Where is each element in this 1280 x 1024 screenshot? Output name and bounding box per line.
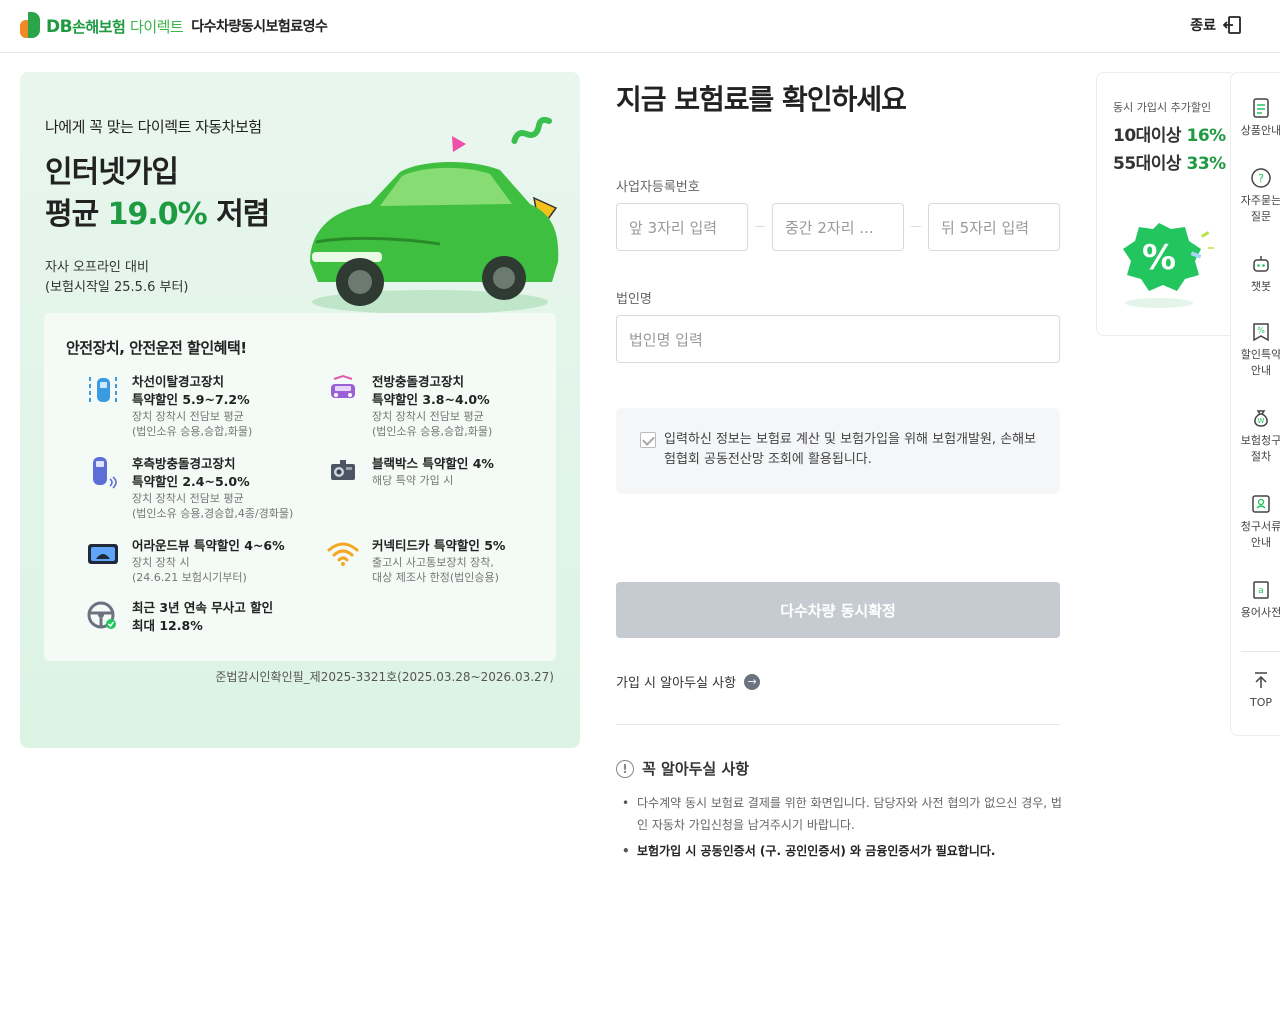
must-know-list: 다수계약 동시 보험료 결제를 위한 화면입니다. 담당자와 사전 협의가 없으… bbox=[622, 792, 1062, 866]
list-item: 보험가입 시 공동인증서 (구. 공인인증서) 와 금융인증서가 필요합니다. bbox=[622, 840, 1062, 862]
quick-chatbot[interactable]: 챗봇 bbox=[1231, 253, 1280, 295]
biz-number-last-input[interactable]: 뒤 5자리 입력 bbox=[928, 203, 1060, 251]
promo-panel: 나에게 꼭 맞는 다이렉트 자동차보험 인터넷가입 평균 19.0% 저렴 자사… bbox=[20, 72, 580, 748]
svg-text:%: % bbox=[1142, 238, 1176, 278]
quick-discount-info[interactable]: % 할인특약 안내 bbox=[1231, 321, 1280, 379]
rear-collision-icon bbox=[93, 457, 117, 489]
page-title: 다수차량동시보험료영수 bbox=[191, 19, 328, 35]
lane-departure-icon bbox=[89, 377, 117, 403]
discount-55plus: 55대이상 33% bbox=[1113, 154, 1226, 174]
arrow-right-icon: → bbox=[744, 673, 761, 690]
blackbox-camera-icon bbox=[331, 460, 355, 480]
arrow-up-icon bbox=[1255, 672, 1267, 688]
svg-text:?: ? bbox=[1258, 172, 1264, 185]
benefit-box: 안전장치, 안전운전 할인혜택! 차선이탈경고장치 특약할인 5.9~7.2% … bbox=[44, 313, 556, 661]
question-icon: ? bbox=[1251, 168, 1271, 188]
list-item: 다수계약 동시 보험료 결제를 위한 화면입니다. 담당자와 사전 협의가 없으… bbox=[622, 792, 1062, 836]
quick-menu: 상품안내 ? 자주묻는 질문 챗봇 % 할인특약 안내 W 보험청구 절차 청구… bbox=[1230, 72, 1280, 736]
discount-card: 동시 가입시 추가할인 10대이상 16% 55대이상 33% % bbox=[1096, 72, 1236, 336]
forward-collision-icon bbox=[331, 374, 355, 398]
consent-checkbox[interactable] bbox=[640, 432, 656, 448]
separator bbox=[755, 226, 765, 227]
benefit-heading: 안전장치, 안전운전 할인혜택! bbox=[66, 339, 247, 357]
header: DB손해보험 다이렉트 다수차량동시보험료영수 종료 bbox=[0, 0, 1280, 53]
wifi-icon bbox=[327, 542, 359, 566]
quick-claim-process[interactable]: W 보험청구 절차 bbox=[1231, 407, 1280, 465]
svg-text:%: % bbox=[1257, 326, 1265, 335]
confirm-button[interactable]: 다수차량 동시확정 bbox=[616, 582, 1060, 638]
db-logo-icon bbox=[20, 12, 44, 40]
discount-10plus: 10대이상 16% bbox=[1113, 126, 1226, 146]
top-button[interactable]: TOP bbox=[1231, 669, 1280, 711]
consent-text: 입력하신 정보는 보험료 계산 및 보험가입을 위해 보험개발원, 손해보험협회… bbox=[664, 432, 1037, 467]
notice-link[interactable]: 가입 시 알아두실 사항 → bbox=[616, 672, 761, 691]
quick-faq[interactable]: ? 자주묻는 질문 bbox=[1231, 167, 1280, 225]
money-bag-icon: W bbox=[1254, 410, 1268, 427]
logout-icon bbox=[1222, 16, 1241, 34]
divider bbox=[616, 724, 1060, 725]
biz-number-label: 사업자등록번호 bbox=[616, 180, 700, 195]
exit-button[interactable]: 종료 bbox=[1190, 15, 1242, 35]
corp-name-label: 법인명 bbox=[616, 292, 652, 307]
db-logo[interactable]: DB손해보험 다이렉트 다수차량동시보험료영수 bbox=[20, 12, 328, 40]
around-view-monitor-icon bbox=[88, 544, 118, 564]
discount-subtitle: 동시 가입시 추가할인 bbox=[1113, 101, 1212, 114]
corp-name-input[interactable]: 법인명 입력 bbox=[616, 315, 1060, 363]
id-card-icon bbox=[1252, 495, 1270, 513]
info-icon: ! bbox=[616, 759, 634, 778]
notice-link-label: 가입 시 알아두실 사항 bbox=[616, 676, 737, 691]
biz-number-middle-input[interactable]: 중간 2자리 ... bbox=[772, 203, 904, 251]
exit-label: 종료 bbox=[1190, 18, 1216, 34]
quick-glossary[interactable]: a 용어사전 bbox=[1231, 579, 1280, 621]
quick-product-info[interactable]: 상품안내 bbox=[1231, 97, 1280, 139]
svg-text:a: a bbox=[1258, 586, 1264, 596]
svg-text:W: W bbox=[1258, 417, 1265, 425]
biz-number-first-input[interactable]: 앞 3자리 입력 bbox=[616, 203, 748, 251]
discount-tag-icon: % bbox=[1253, 323, 1269, 342]
robot-icon bbox=[1253, 256, 1269, 272]
promo-subtitle: 나에게 꼭 맞는 다이렉트 자동차보험 bbox=[45, 118, 262, 136]
percent-badge-icon: % bbox=[1123, 223, 1214, 308]
consent-box: 입력하신 정보는 보험료 계산 및 보험가입을 위해 보험개발원, 손해보험협회… bbox=[616, 408, 1060, 494]
green-car-illustration bbox=[310, 116, 559, 314]
logo-text: DB손해보험 다이렉트 bbox=[46, 16, 184, 37]
promo-note: 자사 오프라인 대비 (보험시작일 25.5.6 부터) bbox=[45, 260, 189, 295]
dictionary-icon: a bbox=[1253, 581, 1269, 599]
steering-wheel-icon bbox=[87, 601, 116, 629]
separator bbox=[1241, 651, 1280, 652]
document-icon bbox=[1253, 98, 1269, 118]
promo-title: 인터넷가입 평균 19.0% 저렴 bbox=[45, 155, 270, 232]
separator bbox=[911, 226, 921, 227]
must-know-heading: ! 꼭 알아두실 사항 bbox=[616, 758, 749, 779]
form-title: 지금 보험료를 확인하세요 bbox=[616, 83, 907, 116]
compliance-note: 준법감시인확인필_제2025-3321호(2025.03.28~2026.03.… bbox=[215, 670, 554, 684]
quick-claim-docs[interactable]: 청구서류 안내 bbox=[1231, 493, 1280, 551]
